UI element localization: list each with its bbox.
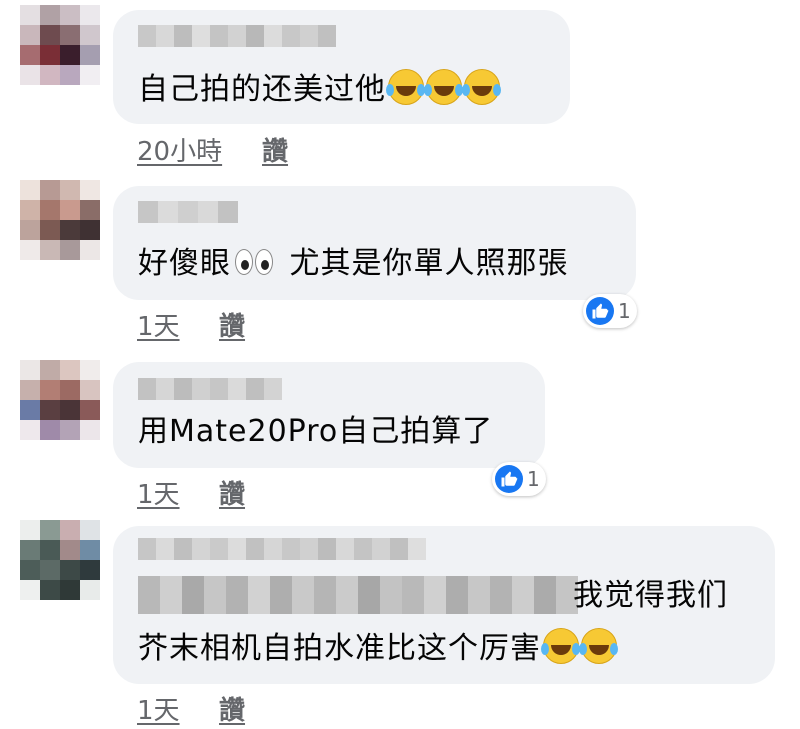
avatar[interactable] (20, 180, 100, 260)
avatar[interactable] (20, 520, 100, 600)
comment-meta: 1天 讚 (137, 474, 245, 511)
comment-text-part: 好傻眼 (138, 246, 231, 281)
timestamp-link[interactable]: 1天 (137, 696, 180, 726)
thumbs-up-icon (495, 465, 523, 493)
like-button[interactable]: 讚 (262, 131, 288, 168)
comment-bubble: 自己拍的还美过他 (113, 10, 570, 124)
comment-bubble: 好傻眼 尤其是你單人照那張 (113, 186, 636, 300)
like-button[interactable]: 讚 (219, 690, 245, 727)
grinning-tears-emoji (424, 69, 462, 105)
timestamp-link[interactable]: 1天 (137, 480, 180, 510)
commenter-name-blurred[interactable] (138, 25, 336, 47)
avatar[interactable] (20, 5, 100, 85)
comment-text-line: 自己拍的还美过他 (138, 72, 386, 107)
commenter-name-blurred[interactable] (138, 201, 238, 223)
eyes-emoji (235, 249, 275, 275)
grinning-tears-emoji (462, 69, 500, 105)
comment-text: 我觉得我们 (573, 576, 728, 616)
comment-text: 自己拍的还美过他 (138, 69, 500, 110)
grinning-tears-emoji (386, 69, 424, 105)
comment-meta: 1天 讚 (137, 306, 245, 343)
reaction-summary[interactable]: 1 (492, 462, 546, 496)
thumbs-up-icon (586, 297, 614, 325)
like-button[interactable]: 讚 (219, 474, 245, 511)
comment-text-line: 用Mate20Pro自己拍算了 (138, 414, 494, 449)
comment-text-line: 我觉得我们 (573, 578, 728, 613)
comment-text: 好傻眼 尤其是你單人照那張 (138, 244, 569, 284)
commenter-name-blurred[interactable] (138, 378, 282, 400)
comment-text-part: 尤其是你單人照那張 (279, 246, 569, 281)
timestamp-link[interactable]: 1天 (137, 312, 180, 342)
comment-bubble: 我觉得我们 芥末相机自拍水准比这个厉害 (113, 526, 775, 684)
like-button[interactable]: 讚 (219, 306, 245, 343)
reaction-count: 1 (527, 467, 540, 491)
timestamp-link[interactable]: 20小時 (137, 137, 222, 167)
comment-meta: 20小時 讚 (137, 131, 288, 168)
comment-meta: 1天 讚 (137, 690, 245, 727)
comment-text-line: 芥末相机自拍水准比这个厉害 (138, 631, 541, 666)
commenter-name-blurred[interactable] (138, 538, 426, 560)
grinning-tears-emoji (579, 628, 617, 664)
grinning-tears-emoji (541, 628, 579, 664)
comment-text: 芥末相机自拍水准比这个厉害 (138, 628, 617, 669)
reaction-summary[interactable]: 1 (583, 294, 637, 328)
avatar[interactable] (20, 360, 100, 440)
comment-text: 用Mate20Pro自己拍算了 (138, 412, 493, 452)
reaction-count: 1 (618, 299, 631, 323)
comment-text-blurred (138, 576, 578, 614)
comment-bubble: 用Mate20Pro自己拍算了 (113, 362, 545, 468)
